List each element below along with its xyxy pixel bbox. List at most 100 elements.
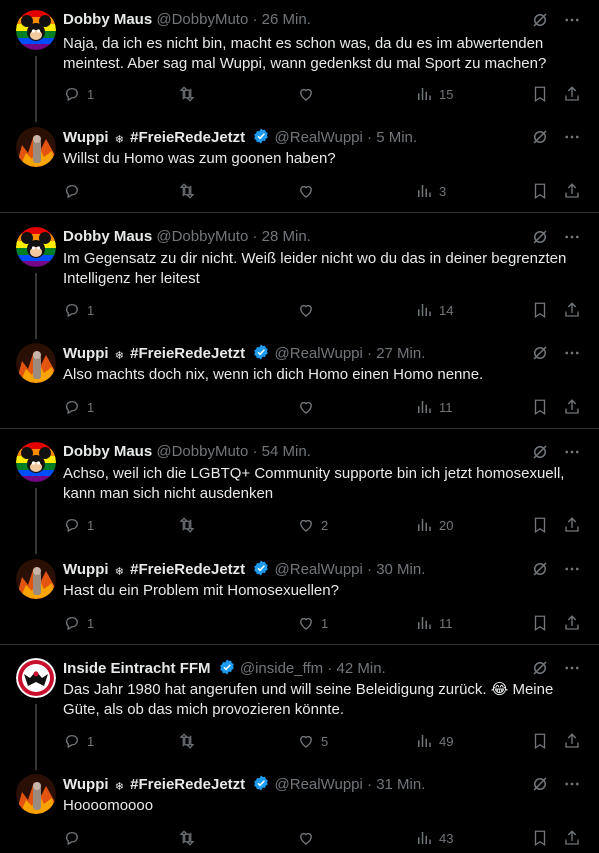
more-options-icon[interactable] (563, 11, 581, 29)
user-handle[interactable]: @RealWuppi (275, 129, 363, 146)
avatar-dobby[interactable] (16, 227, 56, 267)
avatar-wuppi[interactable] (16, 127, 56, 167)
more-options-icon[interactable] (563, 659, 581, 677)
more-options-icon[interactable] (563, 443, 581, 461)
reply-button[interactable]: 1 (63, 613, 94, 633)
timestamp[interactable]: 26 Min. (262, 11, 311, 28)
reply-button[interactable]: 1 (63, 397, 94, 417)
user-handle[interactable]: @inside_ffm (240, 660, 323, 677)
bookmark-button[interactable] (531, 300, 549, 320)
grok-icon[interactable] (531, 659, 549, 677)
user-handle[interactable]: @DobbyMuto (156, 11, 248, 28)
bookmark-button[interactable] (531, 828, 549, 848)
reply-button[interactable]: 1 (63, 731, 94, 751)
retweet-button[interactable] (177, 515, 203, 535)
timestamp[interactable]: 5 Min. (376, 129, 417, 146)
reply-button[interactable] (63, 181, 87, 201)
like-button[interactable] (297, 300, 321, 320)
bookmark-button[interactable] (531, 181, 549, 201)
views-button[interactable]: 43 (415, 828, 453, 848)
views-button[interactable]: 15 (415, 84, 453, 104)
share-button[interactable] (563, 300, 581, 320)
avatar-dobby[interactable] (16, 10, 56, 50)
bookmark-button[interactable] (531, 515, 549, 535)
retweet-button[interactable] (177, 181, 203, 201)
timestamp[interactable]: 54 Min. (262, 443, 311, 460)
bookmark-button[interactable] (531, 84, 549, 104)
views-button[interactable]: 49 (415, 731, 453, 751)
share-button[interactable] (563, 84, 581, 104)
display-name[interactable]: Wuppi ❄ #FreieRedeJetzt (63, 129, 245, 146)
retweet-button[interactable] (177, 84, 203, 104)
timestamp[interactable]: 31 Min. (376, 776, 425, 793)
reply-button[interactable]: 1 (63, 515, 94, 535)
views-button[interactable]: 11 (415, 397, 453, 417)
views-button[interactable]: 3 (415, 181, 446, 201)
timestamp[interactable]: 30 Min. (376, 561, 425, 578)
like-button[interactable]: 2 (297, 515, 328, 535)
views-button[interactable]: 20 (415, 515, 453, 535)
share-button[interactable] (563, 731, 581, 751)
grok-icon[interactable] (531, 560, 549, 578)
grok-icon[interactable] (531, 11, 549, 29)
more-options-icon[interactable] (563, 560, 581, 578)
grok-icon[interactable] (531, 443, 549, 461)
more-options-icon[interactable] (563, 344, 581, 362)
avatar-wuppi[interactable] (16, 774, 56, 814)
more-options-icon[interactable] (563, 775, 581, 793)
user-handle[interactable]: @DobbyMuto (156, 228, 248, 245)
display-name[interactable]: Dobby Maus (63, 11, 152, 28)
display-name[interactable]: Dobby Maus (63, 228, 152, 245)
grok-icon[interactable] (531, 228, 549, 246)
grok-icon[interactable] (531, 128, 549, 146)
bookmark-button[interactable] (531, 731, 549, 751)
share-button[interactable] (563, 613, 581, 633)
user-handle[interactable]: @RealWuppi (275, 345, 363, 362)
like-button[interactable] (297, 397, 321, 417)
views-button[interactable]: 14 (415, 300, 453, 320)
like-button[interactable] (297, 181, 321, 201)
like-button[interactable] (297, 84, 321, 104)
divider (0, 428, 599, 429)
retweet-button[interactable] (177, 828, 203, 848)
user-handle[interactable]: @RealWuppi (275, 776, 363, 793)
timestamp[interactable]: 27 Min. (376, 345, 425, 362)
retweet-button[interactable] (177, 731, 203, 751)
display-name[interactable]: Wuppi ❄ #FreieRedeJetzt (63, 561, 245, 578)
avatar-wuppi[interactable] (16, 343, 56, 383)
display-name[interactable]: Wuppi ❄ #FreieRedeJetzt (63, 345, 245, 362)
more-options-icon[interactable] (563, 128, 581, 146)
display-name[interactable]: Dobby Maus (63, 443, 152, 460)
grok-icon[interactable] (531, 775, 549, 793)
tweet-actions: 1 14 (63, 300, 583, 320)
user-handle[interactable]: @RealWuppi (275, 561, 363, 578)
share-button[interactable] (563, 397, 581, 417)
bookmark-button[interactable] (531, 613, 549, 633)
share-button[interactable] (563, 181, 581, 201)
reply-button[interactable]: 1 (63, 300, 94, 320)
separator-dot: · (252, 443, 258, 460)
timestamp[interactable]: 28 Min. (262, 228, 311, 245)
like-button[interactable]: 1 (297, 613, 328, 633)
reply-button[interactable]: 1 (63, 84, 94, 104)
avatar-wuppi[interactable] (16, 559, 56, 599)
tweet-header: Wuppi ❄ #FreieRedeJetzt @RealWuppi · 5 M… (63, 127, 529, 147)
share-button[interactable] (563, 828, 581, 848)
user-handle[interactable]: @DobbyMuto (156, 443, 248, 460)
share-button[interactable] (563, 515, 581, 535)
display-name[interactable]: Inside Eintracht FFM (63, 660, 211, 677)
display-name[interactable]: Wuppi ❄ #FreieRedeJetzt (63, 776, 245, 793)
like-button[interactable] (297, 828, 321, 848)
avatar-inside-eintracht[interactable] (16, 658, 56, 698)
views-button[interactable]: 11 (415, 613, 453, 633)
tweet-actions: 1 2 20 (63, 515, 583, 535)
reply-button[interactable] (63, 828, 87, 848)
bookmark-button[interactable] (531, 397, 549, 417)
bookmark-icon (534, 615, 546, 632)
bookmark-icon (534, 183, 546, 200)
avatar-dobby[interactable] (16, 442, 56, 482)
like-button[interactable]: 5 (297, 731, 328, 751)
timestamp[interactable]: 42 Min. (337, 660, 386, 677)
grok-icon[interactable] (531, 344, 549, 362)
more-options-icon[interactable] (563, 228, 581, 246)
